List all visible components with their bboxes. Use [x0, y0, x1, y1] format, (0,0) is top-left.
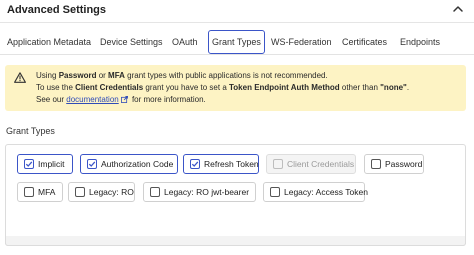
alert-text: grant you have to set a [143, 83, 229, 92]
alert-text: for more information. [129, 95, 206, 104]
checkbox-disabled [273, 159, 283, 169]
checkbox-unchecked[interactable] [150, 187, 160, 197]
tab-ws-federation[interactable]: WS-Federation [271, 30, 332, 54]
alert-text: or [96, 71, 109, 80]
option-label: Legacy: RO [89, 187, 134, 197]
checkbox-unchecked[interactable] [75, 187, 85, 197]
option-label: Client Credentials [287, 159, 355, 169]
grant-client-credentials: Client Credentials [266, 154, 356, 174]
check-icon [191, 161, 199, 167]
alert-text: See our [36, 95, 67, 104]
option-label: Password [385, 159, 423, 169]
tab-application-metadata[interactable]: Application Metadata [7, 30, 91, 54]
grant-types-panel: Implicit Authorization Code Refresh Toke… [5, 144, 466, 246]
tab-device-settings[interactable]: Device Settings [100, 30, 163, 54]
alert-bold-none: "none" [380, 83, 407, 92]
checkbox-unchecked[interactable] [270, 187, 280, 197]
option-label: Authorization Code [101, 159, 174, 169]
panel-footer [5, 236, 466, 246]
alert-bold-client-credentials: Client Credentials [75, 83, 144, 92]
grant-refresh-token[interactable]: Refresh Token [183, 154, 259, 174]
documentation-link[interactable]: documentation [66, 95, 118, 104]
warning-icon [14, 72, 26, 83]
alert-line-1: Using Password or MFA grant types with p… [36, 71, 328, 80]
grant-legacy-ro[interactable]: Legacy: RO [68, 182, 135, 202]
section-title: Advanced Settings [7, 4, 107, 16]
alert-text: grant types with public applications is … [124, 71, 328, 80]
check-icon [25, 161, 33, 167]
grant-implicit[interactable]: Implicit [17, 154, 73, 174]
grant-legacy-access-token[interactable]: Legacy: Access Token [263, 182, 368, 202]
external-link-icon[interactable] [120, 96, 128, 103]
tab-endpoints[interactable]: Endpoints [400, 30, 440, 54]
grant-password[interactable]: Password [364, 154, 424, 174]
option-label: Legacy: Access Token [284, 187, 368, 197]
checkbox-checked[interactable] [190, 159, 200, 169]
chevron-up-icon[interactable] [452, 3, 464, 15]
checkbox-checked[interactable] [24, 159, 34, 169]
grant-mfa[interactable]: MFA [17, 182, 63, 202]
option-label: MFA [38, 187, 56, 197]
option-label: Implicit [38, 159, 65, 169]
alert-line-2: To use the Client Credentials grant you … [36, 83, 409, 92]
alert-bold-password: Password [58, 71, 97, 80]
alert-bold-mfa: MFA [108, 71, 125, 80]
alert-text: other than [339, 83, 381, 92]
option-label: Refresh Token [204, 159, 259, 169]
grant-types-label: Grant Types [6, 126, 55, 136]
advanced-settings-header[interactable]: Advanced Settings [0, 0, 474, 23]
option-label: Legacy: RO jwt-bearer [164, 187, 250, 197]
alert-text: . [406, 83, 410, 92]
tab-oauth[interactable]: OAuth [172, 30, 198, 54]
warning-alert: Using Password or MFA grant types with p… [5, 65, 466, 111]
check-icon [88, 161, 96, 167]
tab-certificates[interactable]: Certificates [342, 30, 387, 54]
checkbox-checked[interactable] [87, 159, 97, 169]
grant-authorization-code[interactable]: Authorization Code [80, 154, 178, 174]
alert-text: To use the [36, 83, 76, 92]
checkbox-unchecked[interactable] [371, 159, 381, 169]
tab-grant-types[interactable]: Grant Types [208, 30, 265, 54]
alert-text: Using [36, 71, 59, 80]
grant-legacy-ro-jwt-bearer[interactable]: Legacy: RO jwt-bearer [143, 182, 256, 202]
settings-tabs: Application Metadata Device Settings OAu… [0, 30, 474, 55]
alert-line-3: See our documentation for more informati… [36, 95, 206, 104]
alert-bold-auth-method: Token Endpoint Auth Method [229, 83, 340, 92]
checkbox-unchecked[interactable] [24, 187, 34, 197]
